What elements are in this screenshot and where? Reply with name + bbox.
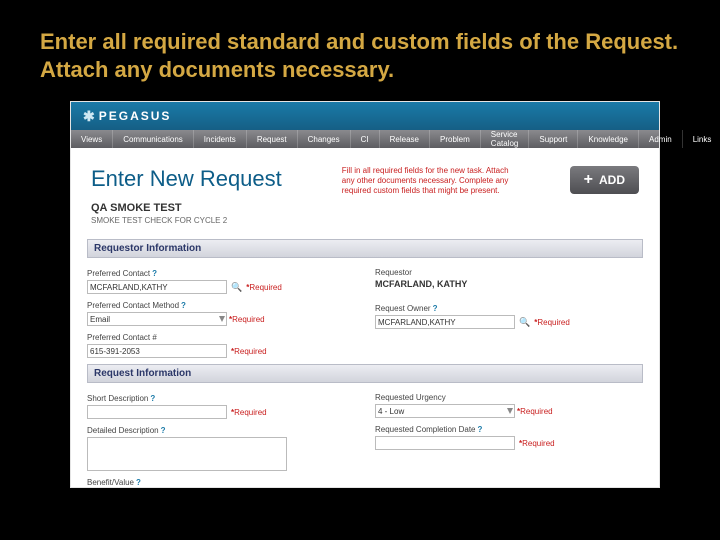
- required-badge: *Required: [517, 407, 553, 416]
- left-column: Preferred Contact? 🔍 **RequiredRequired …: [87, 258, 355, 358]
- nav-links[interactable]: Links: [683, 130, 720, 148]
- lookup-icon[interactable]: 🔍: [231, 282, 242, 293]
- nav-support[interactable]: Support: [529, 130, 578, 148]
- left-column-2: Short Description? *Required Detailed De…: [87, 383, 355, 487]
- preferred-contact-number-input[interactable]: [87, 344, 227, 358]
- help-icon[interactable]: ?: [181, 301, 186, 310]
- requestor-form: Preferred Contact? 🔍 **RequiredRequired …: [71, 258, 659, 358]
- nav-changes[interactable]: Changes: [298, 130, 351, 148]
- slide-title: Enter all required standard and custom f…: [0, 0, 720, 97]
- section-requestor-info: Requestor Information: [87, 239, 643, 258]
- required-badge: *Required: [231, 347, 267, 356]
- subtest-desc: SMOKE TEST CHECK FOR CYCLE 2: [91, 216, 639, 225]
- request-owner-input[interactable]: [375, 315, 515, 329]
- nav-knowledge[interactable]: Knowledge: [578, 130, 639, 148]
- requested-urgency-label: Requested Urgency: [375, 393, 635, 402]
- add-button[interactable]: + ADD: [570, 166, 639, 194]
- preferred-contact-number-label: Preferred Contact #: [87, 333, 157, 342]
- required-badge: **RequiredRequired: [246, 283, 282, 292]
- instructions-text: Fill in all required fields for the new …: [342, 166, 522, 196]
- lookup-icon[interactable]: 🔍: [519, 317, 530, 328]
- nav-admin[interactable]: Admin: [639, 130, 683, 148]
- nav-ci[interactable]: CI: [351, 130, 380, 148]
- pegasus-icon: ✱: [83, 108, 93, 125]
- benefit-value-label: Benefit/Value: [87, 478, 134, 487]
- detailed-description-label: Detailed Description: [87, 426, 159, 435]
- short-description-input[interactable]: [87, 405, 227, 419]
- nav-communications[interactable]: Communications: [113, 130, 194, 148]
- help-icon[interactable]: ?: [150, 394, 155, 403]
- short-description-label: Short Description: [87, 394, 148, 403]
- brand-bar: ✱ PEGASUS: [71, 102, 659, 130]
- help-icon[interactable]: ?: [433, 304, 438, 313]
- requestor-value: MCFARLAND, KATHY: [375, 279, 635, 289]
- preferred-contact-label: Preferred Contact: [87, 269, 150, 278]
- detailed-description-textarea[interactable]: [87, 437, 287, 471]
- nav-service-catalog[interactable]: Service Catalog: [481, 130, 530, 148]
- request-form: Short Description? *Required Detailed De…: [71, 383, 659, 487]
- required-badge: *Required: [229, 315, 265, 324]
- request-owner-label: Request Owner: [375, 304, 431, 313]
- section-request-info: Request Information: [87, 364, 643, 383]
- required-badge: *Required: [231, 408, 267, 417]
- preferred-contact-method-label: Preferred Contact Method: [87, 301, 179, 310]
- required-badge: *Required: [534, 318, 570, 327]
- required-badge: *Required: [519, 439, 555, 448]
- right-column: Requestor MCFARLAND, KATHY Request Owner…: [355, 258, 643, 358]
- help-icon[interactable]: ?: [152, 269, 157, 278]
- add-button-label: ADD: [599, 173, 625, 187]
- plus-icon: +: [584, 172, 593, 188]
- requested-completion-date-label: Requested Completion Date: [375, 425, 476, 434]
- requested-completion-date-input[interactable]: [375, 436, 515, 450]
- nav-problem[interactable]: Problem: [430, 130, 481, 148]
- right-column-2: Requested Urgency *Required Requested Co…: [355, 383, 643, 487]
- sub-header: QA SMOKE TEST SMOKE TEST CHECK FOR CYCLE…: [71, 200, 659, 233]
- app-window: ✱ PEGASUS Views Communications Incidents…: [70, 101, 660, 488]
- page-title: Enter New Request: [91, 166, 282, 192]
- subtest-name: QA SMOKE TEST: [91, 202, 639, 214]
- requested-urgency-select[interactable]: [375, 404, 515, 418]
- main-nav: Views Communications Incidents Request C…: [71, 130, 659, 148]
- help-icon[interactable]: ?: [161, 426, 166, 435]
- brand-name: PEGASUS: [99, 109, 172, 123]
- brand-logo: ✱ PEGASUS: [83, 108, 171, 125]
- help-icon[interactable]: ?: [136, 478, 141, 487]
- nav-incidents[interactable]: Incidents: [194, 130, 247, 148]
- requestor-label: Requestor: [375, 268, 635, 277]
- preferred-contact-input[interactable]: [87, 280, 227, 294]
- nav-release[interactable]: Release: [380, 130, 430, 148]
- help-icon[interactable]: ?: [478, 425, 483, 434]
- nav-request[interactable]: Request: [247, 130, 298, 148]
- nav-views[interactable]: Views: [71, 130, 113, 148]
- page-header: Enter New Request Fill in all required f…: [71, 148, 659, 200]
- preferred-contact-method-select[interactable]: [87, 312, 227, 326]
